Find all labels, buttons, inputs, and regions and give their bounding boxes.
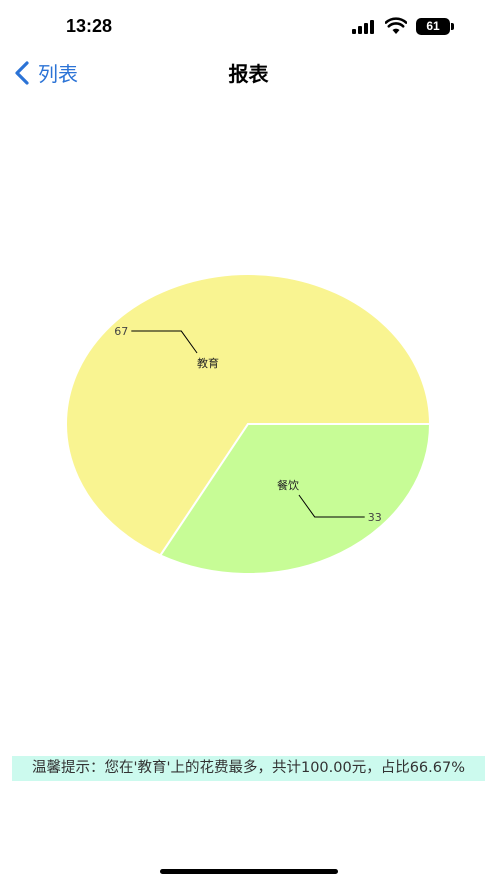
slice-value-1: 33 bbox=[368, 511, 382, 524]
slice-value-0: 67 bbox=[114, 325, 128, 338]
status-time: 13:28 bbox=[66, 16, 113, 36]
cellular-signal-icon bbox=[352, 20, 374, 34]
wifi-icon bbox=[385, 17, 407, 34]
battery-tip bbox=[451, 23, 454, 30]
battery-icon: 61 bbox=[416, 18, 450, 35]
status-bar: 13:28 61 bbox=[0, 0, 497, 52]
home-indicator bbox=[160, 869, 338, 874]
page-title: 报表 bbox=[228, 62, 269, 86]
pie-chart: 教育 67 餐饮 33 bbox=[0, 260, 497, 590]
nav-bar: 列表 报表 bbox=[0, 52, 497, 92]
slice-label-1: 餐饮 bbox=[277, 478, 299, 492]
pie-chart-svg: 教育 67 餐饮 33 bbox=[65, 273, 432, 575]
tip-banner: 温馨提示：您在'教育'上的花费最多，共计100.00元，占比66.67% bbox=[12, 756, 485, 781]
slice-label-0: 教育 bbox=[197, 356, 219, 370]
